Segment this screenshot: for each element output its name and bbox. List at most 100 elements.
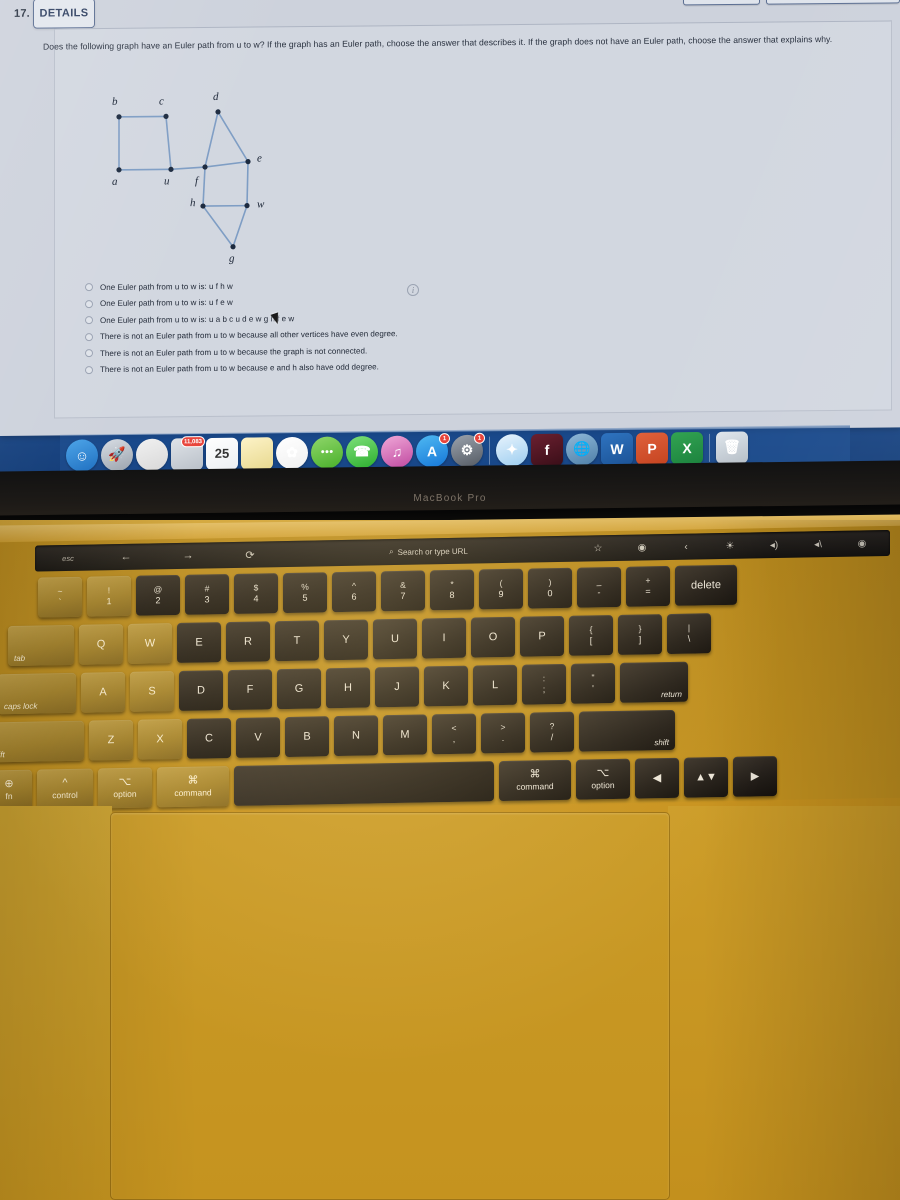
key-option-right[interactable]: ⌥ option [576, 758, 630, 800]
key-i[interactable]: I [422, 617, 466, 659]
key-s[interactable]: S [130, 671, 174, 712]
key-x[interactable]: X [138, 718, 182, 760]
key-8[interactable]: * 8 [430, 569, 474, 611]
key-w[interactable]: W [128, 623, 172, 664]
key-6[interactable]: ^ 6 [332, 571, 376, 613]
my-notes-button[interactable]: MY NOTES [683, 0, 761, 6]
touchbar-back-button[interactable]: ← [95, 547, 157, 566]
key-h[interactable]: H [326, 667, 370, 709]
touchbar-prev-button[interactable]: ‹ [664, 537, 708, 556]
key-z[interactable]: Z [89, 719, 133, 761]
key-semicolon[interactable]: :; [522, 663, 566, 705]
key-3[interactable]: #3 [185, 574, 229, 615]
key-l[interactable]: L [473, 664, 517, 706]
key-option-left[interactable]: ⌥ option [98, 767, 152, 809]
key-f[interactable]: F [228, 669, 272, 711]
facetime-icon[interactable]: ☎ [346, 435, 378, 468]
powerpoint-icon[interactable]: P [636, 431, 668, 465]
key-a[interactable]: A [81, 671, 125, 713]
photos-icon[interactable]: ✿ [276, 436, 308, 469]
details-button[interactable]: DETAILS [33, 0, 95, 29]
notes-icon[interactable] [241, 436, 273, 470]
app-store-icon[interactable]: A1 [416, 432, 450, 467]
key-minus[interactable]: _ - [577, 566, 621, 608]
key-t[interactable]: T [275, 620, 319, 662]
key-tilde[interactable]: ~ ` [38, 576, 82, 618]
itunes-icon[interactable]: ♫ [381, 435, 413, 468]
network-lock-icon[interactable]: 🌐 [566, 432, 598, 466]
key-v[interactable]: V [236, 717, 280, 758]
key-u[interactable]: U [373, 618, 417, 660]
key-y[interactable]: Y [324, 619, 368, 661]
key-space[interactable] [234, 761, 494, 806]
trackpad[interactable] [110, 812, 670, 1200]
radio-button-5[interactable] [85, 349, 93, 358]
key-b[interactable]: B [285, 716, 329, 758]
key-delete[interactable]: delete [675, 564, 737, 606]
key-fn[interactable]: ⊕ fn [0, 769, 32, 811]
key-arrow-right[interactable]: ▶ [733, 756, 777, 797]
radio-button-4[interactable] [85, 332, 93, 341]
touchbar-bookmark-button[interactable]: ☆ [576, 539, 620, 558]
key-7[interactable]: & 7 [381, 570, 425, 612]
key-j[interactable]: J [375, 666, 419, 708]
key-slash[interactable]: ? / [530, 711, 574, 753]
key-0[interactable]: ) 0 [528, 567, 572, 609]
key-c[interactable]: C [187, 718, 231, 759]
flash-icon[interactable]: f [531, 433, 563, 466]
key-d[interactable]: D [179, 670, 223, 711]
key-5[interactable]: % 5 [283, 572, 327, 614]
touchbar-forward-button[interactable]: → [157, 546, 219, 565]
key-command-left[interactable]: ⌘ command [157, 766, 229, 808]
key-2[interactable]: @2 [136, 574, 180, 616]
key-equals[interactable]: + = [626, 565, 670, 607]
chrome-icon[interactable] [136, 438, 168, 471]
key-1[interactable]: ! 1 [87, 575, 131, 617]
radio-button-3[interactable] [85, 316, 93, 325]
key-shift-right[interactable]: shift [579, 709, 675, 752]
key-bracket-left[interactable]: {[ [569, 615, 613, 656]
touchbar-mute-button[interactable]: ◂\ [796, 535, 840, 554]
excel-icon[interactable]: X [671, 431, 703, 464]
key-bracket-right[interactable]: }] [618, 614, 662, 655]
key-tab[interactable]: tab [8, 624, 74, 667]
key-k[interactable]: K [424, 665, 468, 707]
key-quote[interactable]: " ' [571, 662, 615, 704]
key-e[interactable]: E [177, 622, 221, 664]
touchbar-brightness-button[interactable]: ☀ [708, 536, 752, 555]
safari-icon[interactable]: ✦ [496, 433, 528, 466]
key-o[interactable]: O [471, 616, 515, 658]
touchbar-reload-button[interactable]: ⟳ [219, 545, 281, 564]
key-backslash[interactable]: | \ [667, 613, 711, 655]
touchbar-volume-button[interactable]: ◂) [752, 536, 796, 555]
touchbar-siri-button[interactable]: ◉ [840, 534, 884, 553]
key-g[interactable]: G [277, 668, 321, 710]
key-shift-left[interactable]: shift [0, 720, 84, 763]
key-q[interactable]: Q [79, 623, 123, 665]
key-control-left[interactable]: ^ control [37, 768, 93, 810]
key-comma[interactable]: <, [432, 713, 476, 755]
key-period[interactable]: >. [481, 712, 525, 754]
key-m[interactable]: M [383, 714, 427, 756]
mail-icon[interactable]: 11,083 [171, 435, 205, 470]
key-arrow-updown[interactable]: ▲▼ [684, 756, 728, 798]
key-command-right[interactable]: ⌘ command [499, 759, 571, 802]
key-arrow-left[interactable]: ◀ [635, 757, 679, 799]
messages-icon[interactable]: ●●● [311, 435, 343, 469]
ask-your-teacher-button[interactable]: ASK YOUR TEACHER [766, 0, 900, 5]
keyboard[interactable]: esc ← → ⟳ ⌕ Search or type URL ☆ ◉ ‹ ☀ ◂… [0, 525, 900, 815]
key-n[interactable]: N [334, 715, 378, 757]
radio-button-2[interactable] [85, 299, 93, 308]
touchbar-record-button[interactable]: ◉ [620, 538, 664, 557]
radio-button-1[interactable] [85, 283, 93, 292]
key-p[interactable]: P [520, 615, 564, 657]
finder-icon[interactable]: ☺ [66, 438, 98, 472]
key-9[interactable]: (9 [479, 568, 523, 610]
key-caps-lock[interactable]: caps lock [0, 672, 76, 715]
key-return[interactable]: return [620, 661, 688, 703]
key-4[interactable]: $4 [234, 573, 278, 614]
trash-icon[interactable]: 🗑 [716, 430, 748, 464]
system-preferences-icon[interactable]: ⚙ 1 [451, 432, 485, 467]
calendar-icon[interactable]: 25 [206, 437, 238, 470]
word-icon[interactable]: W [601, 432, 633, 465]
